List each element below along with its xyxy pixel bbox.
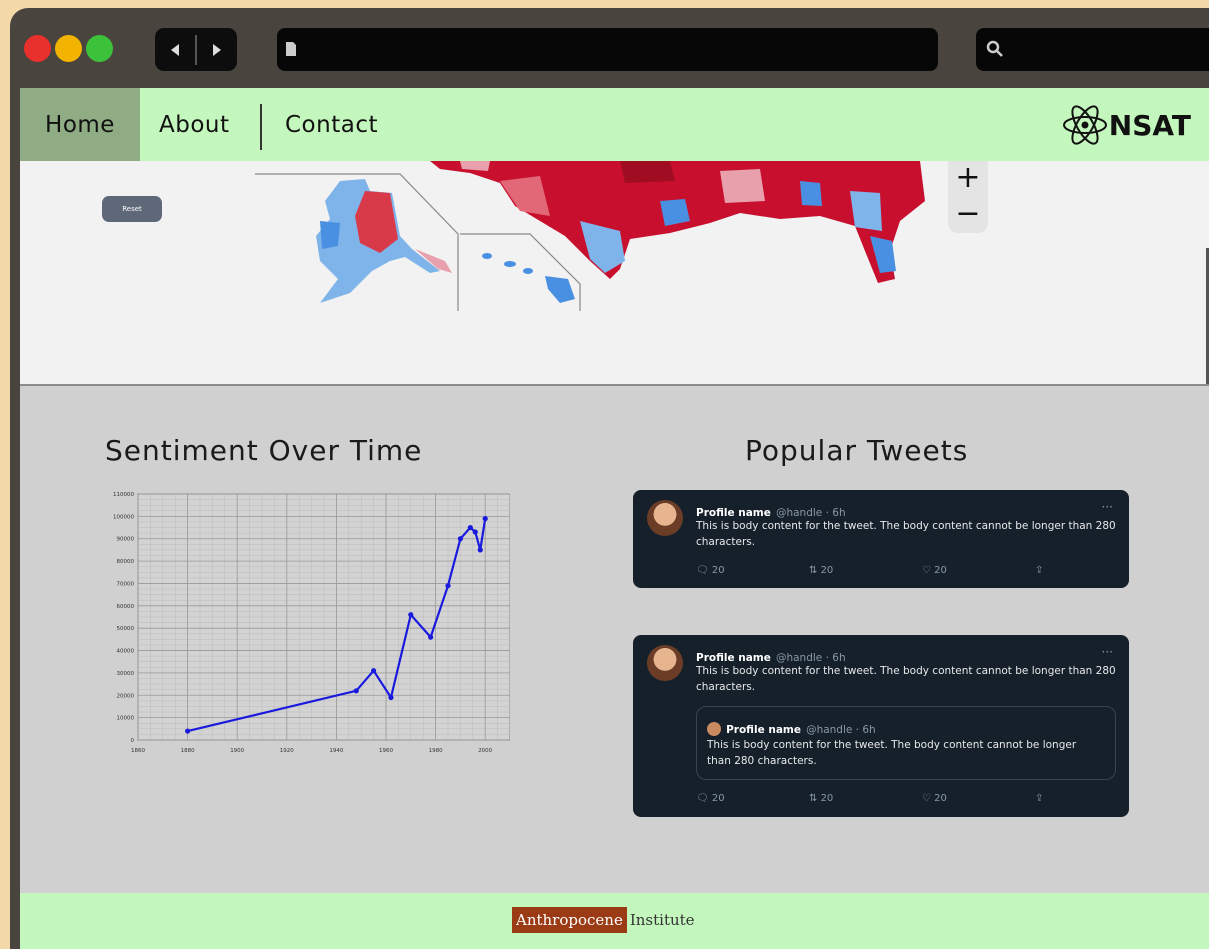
retweet-action[interactable]: ⇅ 20 [809,565,922,576]
retweet-count: 20 [820,565,834,576]
x-tick-label: 1960 [379,748,393,754]
top-navigation: Home About Contact NSAT [20,88,1209,161]
tweet-card[interactable]: Profile name @handle · 6h ··· This is bo… [633,490,1129,588]
reply-action[interactable]: 🗨 20 [696,565,809,576]
y-tick-label: 60000 [117,604,135,610]
y-tick-label: 80000 [117,559,135,565]
search-icon [986,40,1003,57]
page-icon [286,42,296,56]
data-point [388,694,394,701]
like-action[interactable]: ♡ 20 [922,565,1035,576]
tweets-title: Popular Tweets [745,434,969,467]
reply-action[interactable]: 🗨 20 [696,793,809,804]
quote-handle: @handle · 6h [806,724,876,736]
tweet-actions: 🗨 20 ⇅ 20 ♡ 20 ⇪ [696,565,1148,576]
like-count: 20 [934,793,947,804]
x-tick-label: 1920 [280,748,294,754]
quote-avatar [707,721,721,736]
more-options-icon[interactable]: ··· [1102,500,1113,514]
y-tick-label: 20000 [117,693,135,699]
atom-icon [1062,105,1107,145]
like-count: 20 [934,565,947,576]
logo-text: Institute [629,910,695,929]
x-tick-label: 1980 [429,748,443,754]
nav-about[interactable]: About [159,88,230,161]
tweet-actions: 🗨 20 ⇅ 20 ♡ 20 ⇪ [696,793,1148,804]
logo-mark: Anthropocene [512,906,627,933]
y-tick-label: 110000 [113,492,134,498]
reply-count: 20 [711,793,725,804]
y-tick-label: 50000 [117,626,135,632]
footer: Anthropocene Institute [20,893,1209,949]
browser-window: Home About Contact NSAT Reset + − Sentim… [10,8,1209,949]
nav-separator [260,104,262,150]
tweet-card[interactable]: Profile name @handle · 6h ··· This is bo… [633,635,1129,817]
data-point [482,516,488,522]
data-point [472,529,478,535]
retweet-action[interactable]: ⇅ 20 [809,793,922,804]
history-nav [155,28,237,71]
search-bar[interactable] [976,28,1209,71]
map-zoom-control: + − [948,161,988,233]
x-tick-label: 1860 [131,748,145,754]
reply-count: 20 [711,565,725,576]
x-tick-label: 1880 [181,748,195,754]
y-tick-label: 100000 [113,514,134,520]
quoted-tweet[interactable]: Profile name @handle · 6h This is body c… [696,706,1116,780]
back-arrow-icon [171,43,180,56]
data-point [428,634,434,640]
county-map[interactable]: Reset + − [20,161,1209,386]
data-point [457,536,463,542]
forward-arrow-icon [213,43,221,56]
quote-body: This is body content for the tweet. The … [707,739,1077,767]
forward-button[interactable] [197,28,237,71]
sentiment-title: Sentiment Over Time [105,434,423,467]
zoom-out-button[interactable]: − [955,197,980,233]
nav-home[interactable]: Home [20,88,140,161]
y-tick-label: 0 [131,738,135,744]
zoom-in-button[interactable]: + [955,161,980,197]
x-tick-label: 1900 [230,748,244,754]
data-point [408,612,414,618]
page-viewport: Home About Contact NSAT Reset + − Sentim… [20,88,1209,949]
data-point [477,547,483,553]
title-bar [10,8,1209,88]
data-point [353,688,359,694]
data-point [445,583,451,589]
retweet-count: 20 [820,793,834,804]
brand-name: NSAT [1108,108,1191,142]
like-action[interactable]: ♡ 20 [922,793,1035,804]
share-icon[interactable]: ⇪ [1035,565,1148,576]
tweet-body: This is body content for the tweet. The … [696,520,1116,548]
data-point [467,524,473,531]
minimize-window-button[interactable] [55,35,82,62]
us-county-map-graphic [255,161,925,311]
tweet-body: This is body content for the tweet. The … [696,665,1116,693]
avatar [647,500,683,536]
nav-contact[interactable]: Contact [285,88,378,161]
close-window-button[interactable] [24,35,51,62]
institute-logo[interactable]: Anthropocene Institute [512,906,695,933]
data-point [185,728,191,734]
x-tick-label: 2000 [478,748,492,754]
data-point [371,668,377,674]
avatar [647,645,683,681]
y-tick-label: 30000 [117,671,135,677]
y-tick-label: 40000 [117,649,135,655]
back-button[interactable] [155,28,195,71]
quote-profile-name[interactable]: Profile name [726,724,801,736]
x-tick-label: 1940 [329,748,343,754]
sentiment-chart: 0 10000 20000 30000 40000 50000 60000 70000 8000… [113,492,510,754]
more-options-icon[interactable]: ··· [1102,645,1113,659]
maximize-window-button[interactable] [86,35,113,62]
y-tick-label: 70000 [117,581,135,587]
share-icon[interactable]: ⇪ [1035,793,1148,804]
y-tick-label: 10000 [117,716,135,722]
address-bar[interactable] [277,28,938,71]
brand-logo[interactable]: NSAT [1061,102,1191,148]
y-tick-label: 90000 [117,537,135,543]
dashboard-section: Sentiment Over Time 0 10000 20000 30000 4000… [20,384,1209,898]
quote-header: Profile name @handle · 6h [707,718,876,737]
